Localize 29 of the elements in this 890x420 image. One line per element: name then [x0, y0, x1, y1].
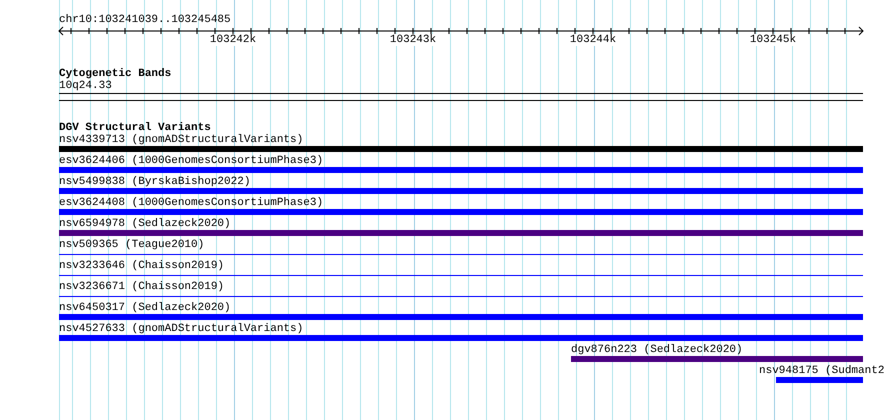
feature-label: nsv6594978 (Sedlazeck2020) — [59, 218, 231, 230]
feature-bar[interactable] — [59, 146, 863, 152]
feature-bar[interactable] — [59, 167, 863, 173]
ruler-tick-label: 103242k — [210, 34, 256, 46]
feature-label: nsv3233646 (Chaisson2019) — [59, 260, 224, 272]
feature-label: nsv948175 (Sudmant2 — [759, 365, 884, 377]
feature-label: dgv876n223 (Sedlazeck2020) — [571, 344, 743, 356]
ruler-tick-label: 103244k — [570, 34, 616, 46]
feature-label: nsv4527633 (gnomADStructuralVariants) — [59, 323, 304, 335]
feature-label: nsv6450317 (Sedlazeck2020) — [59, 302, 231, 314]
feature-label: esv3624408 (1000GenomesConsortiumPhase3) — [59, 197, 324, 209]
feature-bar[interactable] — [59, 335, 863, 341]
feature-label: nsv509365 (Teague2010) — [59, 239, 204, 251]
feature-label: nsv4339713 (gnomADStructuralVariants) — [59, 134, 304, 146]
track-title: Cytogenetic Bands — [59, 68, 172, 80]
feature-bar[interactable] — [776, 377, 863, 383]
feature-bar[interactable] — [59, 314, 863, 320]
track-title: DGV Structural Variants — [59, 122, 212, 134]
feature-label: nsv5499838 (ByrskaBishop2022) — [59, 176, 250, 188]
band-label: 10q24.33 — [59, 80, 113, 92]
feature-label: nsv3236671 (Chaisson2019) — [59, 281, 224, 293]
feature-bar[interactable] — [59, 209, 863, 215]
location-label: chr10:103241039..103245485 — [59, 14, 232, 26]
ruler-tick-label: 103243k — [390, 34, 436, 46]
feature-bar[interactable] — [59, 230, 863, 236]
ruler-tick-label: 103245k — [750, 34, 796, 46]
feature-bar[interactable] — [571, 356, 863, 362]
feature-label: esv3624406 (1000GenomesConsortiumPhase3) — [59, 155, 324, 167]
feature-bar[interactable] — [59, 188, 863, 194]
